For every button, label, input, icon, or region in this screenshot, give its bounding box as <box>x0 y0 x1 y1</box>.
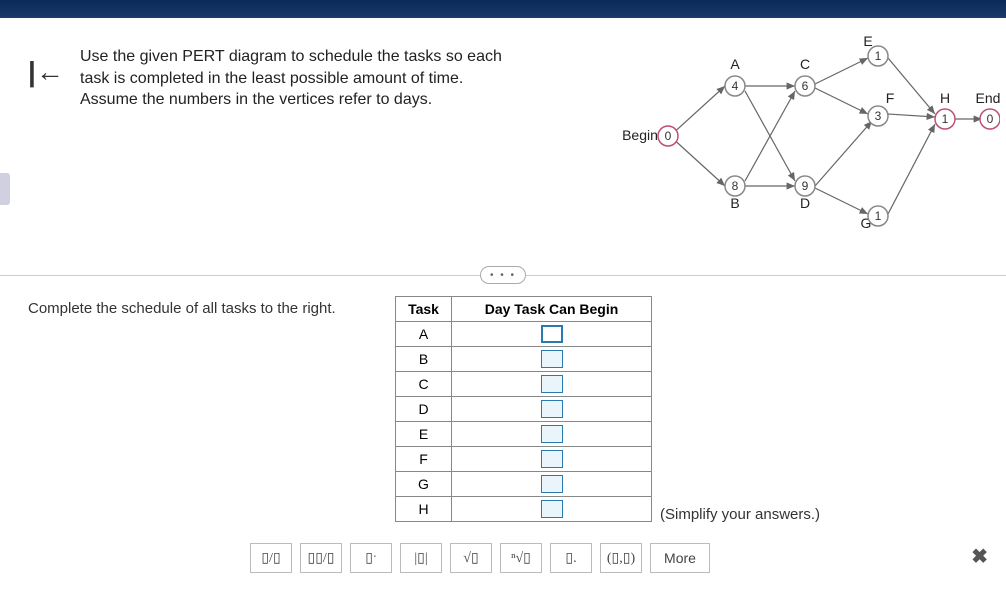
day-cell <box>452 397 652 422</box>
table-row: H <box>396 497 652 522</box>
label-A: A <box>730 56 740 72</box>
left-panel-tab[interactable] <box>0 173 10 205</box>
tool-more[interactable]: More <box>650 543 710 573</box>
tool-mixed[interactable]: ▯▯/▯ <box>300 543 342 573</box>
question-line: Assume the numbers in the vertices refer… <box>80 89 580 111</box>
day-cell <box>452 447 652 472</box>
answer-input-G[interactable] <box>541 475 563 493</box>
node-A-value: 4 <box>732 79 739 93</box>
table-row: A <box>396 322 652 347</box>
table-row: C <box>396 372 652 397</box>
pert-diagram: Begin 0 A 4 B 8 C 6 D 9 E 1 F <box>620 36 1000 236</box>
header-task: Task <box>396 297 452 322</box>
table-row: F <box>396 447 652 472</box>
label-E: E <box>863 36 872 49</box>
math-toolbar: ▯/▯ ▯▯/▯ ▯ˑ |▯| √▯ ⁿ√▯ ▯. (▯,▯) More <box>250 543 710 573</box>
node-end-value: 0 <box>987 112 994 126</box>
header-day: Day Task Can Begin <box>452 297 652 322</box>
table-row: E <box>396 422 652 447</box>
tool-power[interactable]: ▯ˑ <box>350 543 392 573</box>
end-label: End <box>976 90 1000 106</box>
task-cell: G <box>396 472 452 497</box>
day-cell <box>452 322 652 347</box>
close-button[interactable]: ✖ <box>971 544 988 569</box>
tool-sqrt[interactable]: √▯ <box>450 543 492 573</box>
task-cell: H <box>396 497 452 522</box>
day-cell <box>452 372 652 397</box>
node-G-value: 1 <box>875 209 882 223</box>
tool-subscript[interactable]: ▯. <box>550 543 592 573</box>
simplify-note: (Simplify your answers.) <box>660 506 820 523</box>
task-cell: F <box>396 447 452 472</box>
tool-ordered-pair[interactable]: (▯,▯) <box>600 543 642 573</box>
label-B: B <box>730 195 739 211</box>
label-H: H <box>940 90 950 106</box>
question-line: task is completed in the least possible … <box>80 68 580 90</box>
task-cell: B <box>396 347 452 372</box>
label-C: C <box>800 56 810 72</box>
answer-input-B[interactable] <box>541 350 563 368</box>
expand-pill[interactable]: • • • <box>480 266 526 284</box>
node-F-value: 3 <box>875 109 882 123</box>
node-D-value: 9 <box>802 179 809 193</box>
task-cell: A <box>396 322 452 347</box>
table-row: D <box>396 397 652 422</box>
label-D: D <box>800 195 810 211</box>
day-cell <box>452 497 652 522</box>
day-cell <box>452 422 652 447</box>
node-C-value: 6 <box>802 79 809 93</box>
task-cell: D <box>396 397 452 422</box>
tool-fraction[interactable]: ▯/▯ <box>250 543 292 573</box>
schedule-instruction: Complete the schedule of all tasks to th… <box>28 300 368 317</box>
day-cell <box>452 472 652 497</box>
window-title-bar <box>0 0 1006 18</box>
answer-input-D[interactable] <box>541 400 563 418</box>
back-button[interactable]: |← <box>28 56 64 88</box>
node-B-value: 8 <box>732 179 739 193</box>
tool-nroot[interactable]: ⁿ√▯ <box>500 543 542 573</box>
begin-label: Begin <box>622 127 658 143</box>
schedule-table: Task Day Task Can Begin ABCDEFGH <box>395 296 652 522</box>
node-begin-value: 0 <box>665 129 672 143</box>
answer-input-A[interactable] <box>541 325 563 343</box>
node-E-value: 1 <box>875 49 882 63</box>
question-text: Use the given PERT diagram to schedule t… <box>80 46 580 111</box>
task-cell: C <box>396 372 452 397</box>
answer-input-H[interactable] <box>541 500 563 518</box>
label-F: F <box>886 90 895 106</box>
question-line: Use the given PERT diagram to schedule t… <box>80 46 580 68</box>
tool-abs[interactable]: |▯| <box>400 543 442 573</box>
day-cell <box>452 347 652 372</box>
table-row: B <box>396 347 652 372</box>
table-row: G <box>396 472 652 497</box>
task-cell: E <box>396 422 452 447</box>
answer-input-E[interactable] <box>541 425 563 443</box>
answer-input-C[interactable] <box>541 375 563 393</box>
content-area: |← Use the given PERT diagram to schedul… <box>0 18 1006 591</box>
answer-input-F[interactable] <box>541 450 563 468</box>
node-H-value: 1 <box>942 112 949 126</box>
